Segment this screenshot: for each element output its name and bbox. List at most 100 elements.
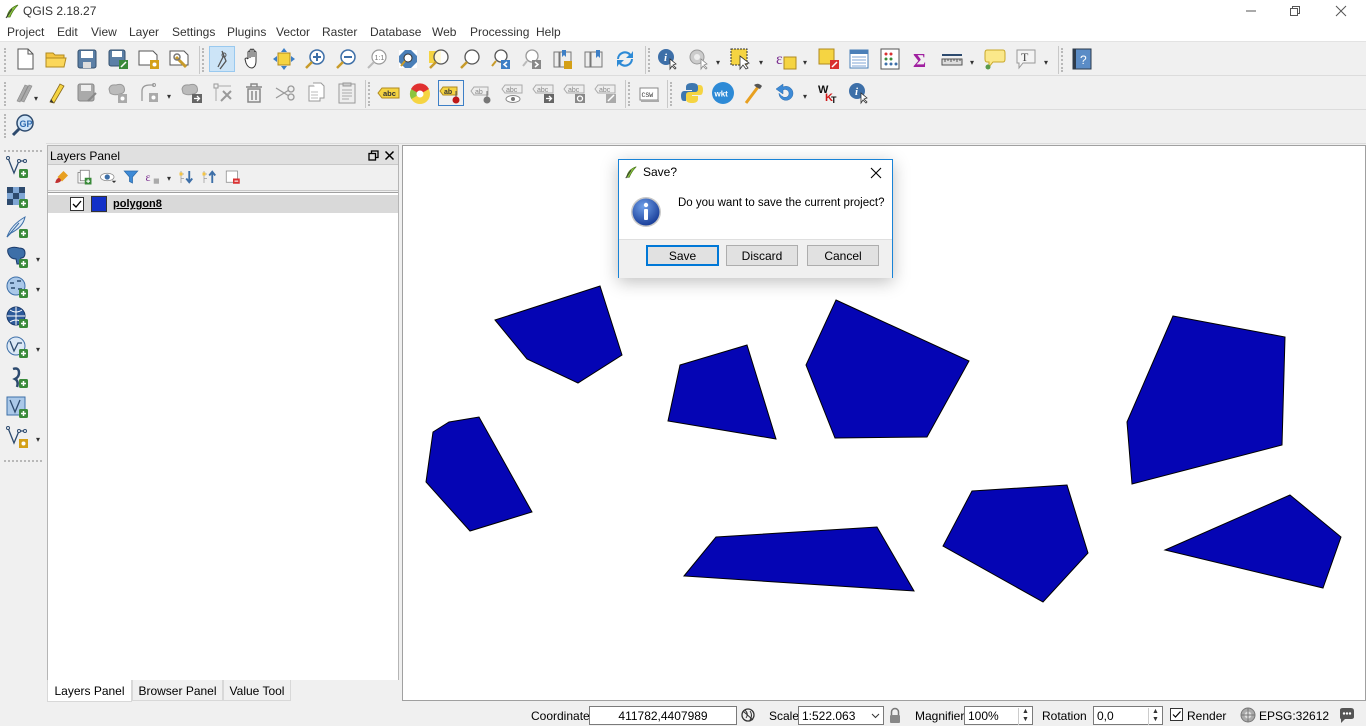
add-wcs-layer-button[interactable]: [4, 304, 30, 330]
refresh-button[interactable]: [612, 46, 638, 72]
zoom-out-button[interactable]: [333, 46, 359, 72]
csw-button[interactable]: CSW: [636, 80, 662, 106]
toolbar-grip[interactable]: [202, 48, 206, 72]
add-group-button[interactable]: [73, 166, 95, 188]
polygon-feature[interactable]: [494, 285, 623, 384]
toolbar-grip[interactable]: [368, 82, 372, 106]
new-print-composer-button[interactable]: [136, 46, 162, 72]
add-virtual-layer-button[interactable]: [4, 394, 30, 420]
menu-raster[interactable]: Raster: [322, 25, 357, 39]
map-tips-button[interactable]: [982, 46, 1008, 72]
run-action-dropdown[interactable]: ▾: [716, 59, 724, 67]
attribute-table-button[interactable]: [846, 46, 872, 72]
tab-browser-panel[interactable]: Browser Panel: [132, 680, 223, 701]
pan-button[interactable]: [240, 46, 266, 72]
text-annotation-button[interactable]: T: [1013, 46, 1039, 72]
undock-icon[interactable]: [368, 150, 379, 161]
show-bookmarks-button[interactable]: [581, 46, 607, 72]
add-postgis-dropdown[interactable]: ▾: [36, 256, 44, 264]
measure-button[interactable]: [939, 46, 965, 72]
zoom-to-selection-button[interactable]: [426, 46, 452, 72]
tab-value-tool[interactable]: Value Tool: [223, 680, 291, 701]
crs-label[interactable]: EPSG:32612: [1259, 709, 1329, 723]
remove-layer-button[interactable]: [222, 166, 244, 188]
undo-dropdown[interactable]: ▾: [803, 93, 811, 101]
menu-processing[interactable]: Processing: [470, 25, 529, 39]
copy-features-button[interactable]: [303, 80, 329, 106]
add-vector-layer-button[interactable]: [4, 154, 30, 180]
text-annotation-dropdown[interactable]: ▾: [1044, 59, 1052, 67]
zoom-in-button[interactable]: [302, 46, 328, 72]
polygon-feature[interactable]: [682, 526, 915, 592]
quick-wkt-button[interactable]: WKT: [815, 80, 841, 106]
zoom-last-button[interactable]: [488, 46, 514, 72]
current-edits-dropdown[interactable]: ▾: [34, 95, 42, 103]
coordinate-field[interactable]: 411782,4407989: [589, 706, 737, 725]
layer-symbol-swatch[interactable]: [91, 196, 107, 212]
node-tool-button[interactable]: [210, 80, 236, 106]
run-action-button[interactable]: [686, 46, 712, 72]
delete-selected-button[interactable]: [241, 80, 267, 106]
coordinate-toggle-icon[interactable]: [740, 707, 757, 724]
lock-icon[interactable]: [888, 707, 902, 724]
polygon-feature[interactable]: [667, 344, 777, 440]
menu-project[interactable]: Project: [7, 25, 44, 39]
select-features-button[interactable]: [728, 46, 754, 72]
add-postgis-layer-button[interactable]: [4, 244, 30, 270]
polygon-feature[interactable]: [805, 299, 970, 439]
new-bookmark-button[interactable]: [550, 46, 576, 72]
zoom-native-button[interactable]: 1:1: [364, 46, 390, 72]
menu-web[interactable]: Web: [432, 25, 456, 39]
layer-labeling-button[interactable]: abc: [376, 80, 402, 106]
menu-help[interactable]: Help: [536, 25, 561, 39]
toolbar-grip[interactable]: [670, 82, 674, 106]
geometry-tool-button[interactable]: [741, 80, 767, 106]
new-project-button[interactable]: [12, 46, 38, 72]
info-tool-button[interactable]: i: [846, 80, 872, 106]
cut-features-button[interactable]: [272, 80, 298, 106]
select-features-dropdown[interactable]: ▾: [759, 59, 767, 67]
measure-dropdown[interactable]: ▾: [970, 59, 978, 67]
zoom-next-button[interactable]: [519, 46, 545, 72]
save-as-button[interactable]: [105, 46, 131, 72]
minimize-button[interactable]: [1228, 0, 1274, 22]
show-hide-labels-button[interactable]: abc: [500, 80, 526, 106]
toolbar-grip[interactable]: [628, 82, 632, 106]
add-raster-layer-button[interactable]: [4, 184, 30, 210]
select-by-expression-button[interactable]: ε: [773, 46, 799, 72]
field-calculator-button[interactable]: [877, 46, 903, 72]
toolbar-grip[interactable]: [4, 114, 8, 138]
identify-button[interactable]: i: [655, 46, 681, 72]
composer-manager-button[interactable]: [167, 46, 193, 72]
touch-zoom-button[interactable]: [209, 46, 235, 72]
save-edits-button[interactable]: [74, 80, 100, 106]
crs-globe-icon[interactable]: [1240, 707, 1256, 723]
open-project-button[interactable]: [43, 46, 69, 72]
toolbar-grip[interactable]: [1061, 48, 1065, 72]
change-label-button[interactable]: abc: [593, 80, 619, 106]
help-button[interactable]: ?: [1069, 46, 1095, 72]
collapse-all-button[interactable]: [199, 166, 221, 188]
messages-icon[interactable]: [1338, 707, 1356, 724]
polygon-feature[interactable]: [1163, 494, 1342, 589]
layer-name[interactable]: polygon8: [113, 198, 162, 210]
toggle-editing-button[interactable]: [43, 80, 69, 106]
move-feature-button[interactable]: [179, 80, 205, 106]
menu-edit[interactable]: Edit: [57, 25, 78, 39]
cancel-button[interactable]: Cancel: [807, 245, 879, 266]
close-panel-icon[interactable]: [384, 150, 395, 161]
layer-styling-button[interactable]: [51, 166, 73, 188]
rotate-label-button[interactable]: abc: [562, 80, 588, 106]
toolbar-grip[interactable]: [4, 460, 42, 462]
layer-row[interactable]: polygon8: [48, 195, 398, 213]
python-console-button[interactable]: [679, 80, 705, 106]
deselect-button[interactable]: [816, 46, 842, 72]
undo-button[interactable]: [772, 80, 798, 106]
add-circular-string-button[interactable]: [137, 80, 163, 106]
toolbar-grip[interactable]: [648, 48, 652, 72]
render-checkbox[interactable]: [1170, 708, 1183, 721]
polygon-feature[interactable]: [1126, 315, 1286, 485]
add-spatialite-layer-button[interactable]: [4, 364, 30, 390]
tab-layers-panel[interactable]: Layers Panel: [47, 680, 132, 702]
pin-labels-button[interactable]: ab: [469, 80, 495, 106]
